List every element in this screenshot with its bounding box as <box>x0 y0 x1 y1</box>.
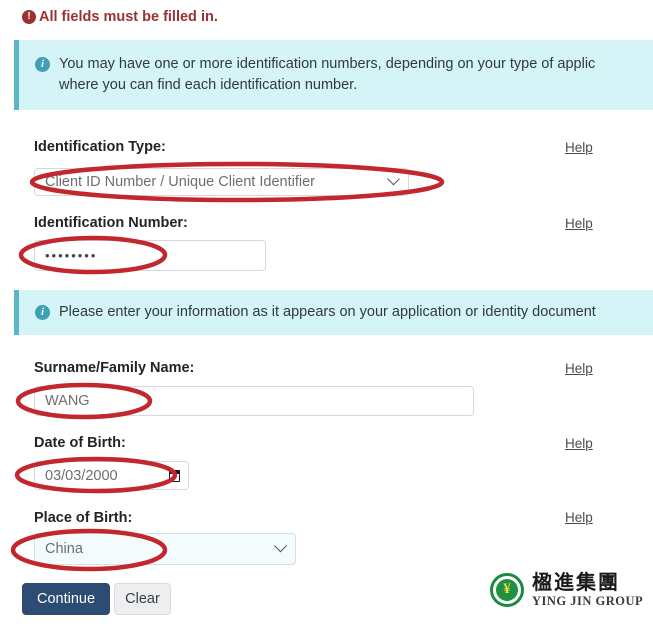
calendar-icon[interactable] <box>169 469 180 482</box>
info-circle-icon: i <box>35 305 50 320</box>
chevron-down-icon <box>274 539 287 553</box>
info-callout-text: You may have one or more identification … <box>59 56 596 94</box>
chevron-down-icon <box>387 172 400 186</box>
logo-name-english: YING JIN GROUP <box>532 594 644 608</box>
help-link-date-of-birth[interactable]: Help <box>565 436 593 451</box>
place-of-birth-label: Place of Birth: <box>34 510 133 526</box>
form-page: ! All fields must be filled in. i You ma… <box>0 0 653 631</box>
identification-type-select[interactable]: Client ID Number / Unique Client Identif… <box>34 168 409 196</box>
info-callout-text: Please enter your information as it appe… <box>59 304 596 320</box>
continue-button[interactable]: Continue <box>22 583 110 615</box>
info-callout-personal-details: i Please enter your information as it ap… <box>14 290 653 336</box>
info-callout-identification: i You may have one or more identificatio… <box>14 40 653 111</box>
validation-alert: ! All fields must be filled in. <box>22 9 218 25</box>
logo-name-chinese: 楹進集團 <box>532 570 620 594</box>
help-link-surname[interactable]: Help <box>565 361 593 376</box>
info-circle-icon: i <box>35 57 50 72</box>
help-link-identification-number[interactable]: Help <box>565 216 593 231</box>
help-link-identification-type[interactable]: Help <box>565 140 593 155</box>
clear-button[interactable]: Clear <box>114 583 171 615</box>
place-of-birth-value: China <box>45 541 83 557</box>
identification-number-input[interactable]: •••••••• <box>34 240 266 271</box>
surname-input[interactable]: WANG <box>34 386 474 416</box>
place-of-birth-select[interactable]: China <box>34 533 296 565</box>
validation-alert-text: All fields must be filled in. <box>39 9 218 25</box>
logo-glyph: ¥ <box>503 581 511 598</box>
identification-number-value: •••••••• <box>45 248 98 263</box>
exclamation-circle-icon: ! <box>22 10 36 24</box>
help-link-place-of-birth[interactable]: Help <box>565 510 593 525</box>
surname-label: Surname/Family Name: <box>34 360 195 376</box>
identification-type-value: Client ID Number / Unique Client Identif… <box>45 174 315 190</box>
date-of-birth-input[interactable]: 03/03/2000 <box>34 461 189 490</box>
identification-type-label: Identification Type: <box>34 139 166 155</box>
date-of-birth-label: Date of Birth: <box>34 435 126 451</box>
identification-number-label: Identification Number: <box>34 215 188 231</box>
date-of-birth-value: 03/03/2000 <box>45 467 118 484</box>
surname-value: WANG <box>45 393 90 409</box>
logo-emblem-icon: ¥ <box>490 572 524 607</box>
company-logo: ¥ 楹進集團 YING JIN GROUP <box>490 572 643 608</box>
